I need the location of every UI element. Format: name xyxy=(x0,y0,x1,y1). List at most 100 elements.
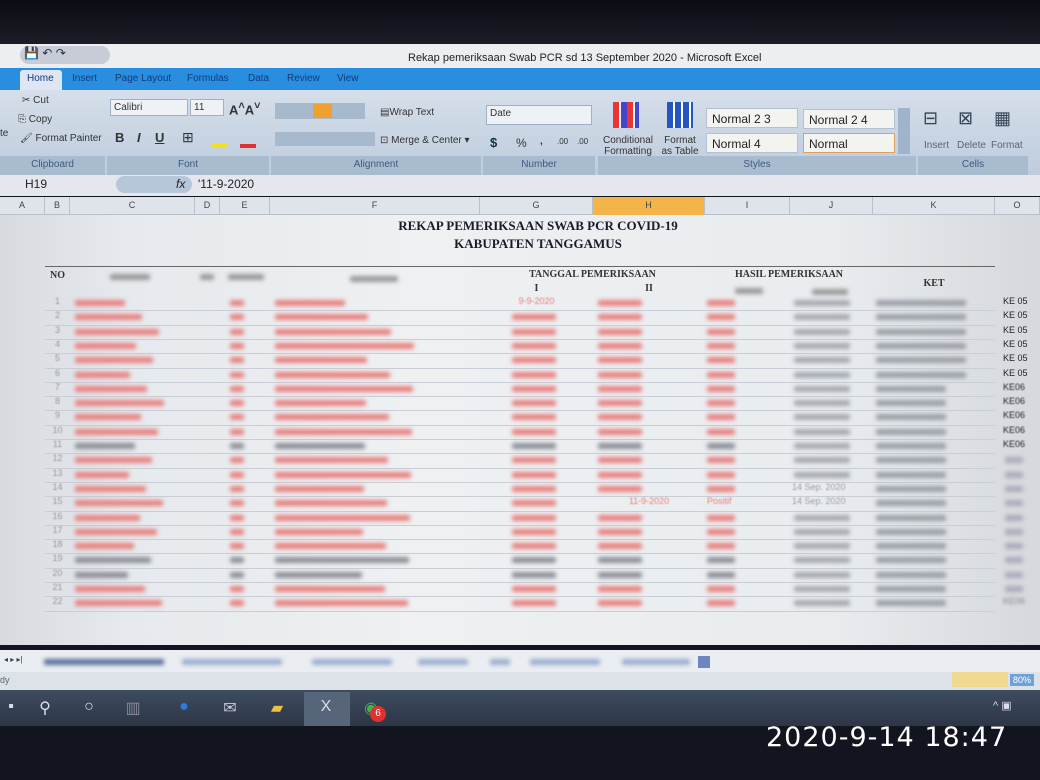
result-cell-blurred[interactable] xyxy=(707,300,735,306)
tab-home[interactable]: Home xyxy=(20,70,62,90)
quick-access-toolbar[interactable]: 💾 ↶ ↷ xyxy=(20,46,110,64)
row-number[interactable]: 10 xyxy=(45,425,70,435)
row-number[interactable]: 19 xyxy=(45,553,70,563)
date-ii-cell-blurred[interactable] xyxy=(598,471,642,478)
result-date-cell-blurred[interactable] xyxy=(794,457,850,464)
o-column-cell[interactable]: KE 05 xyxy=(1003,310,1028,320)
date-i-cell-blurred[interactable] xyxy=(512,571,556,578)
font-size-select[interactable]: 11 xyxy=(190,99,224,116)
row-number[interactable]: 2 xyxy=(45,310,70,320)
date-i-cell-blurred[interactable] xyxy=(512,557,556,564)
address-cell-blurred[interactable] xyxy=(275,414,389,421)
date-ii-cell-blurred[interactable] xyxy=(598,357,642,364)
date-i-cell-blurred[interactable] xyxy=(512,371,556,378)
address-cell-blurred[interactable] xyxy=(275,314,368,321)
date-i-cell-blurred[interactable] xyxy=(512,314,556,321)
address-cell-blurred[interactable] xyxy=(275,471,411,478)
date-ii-cell-blurred[interactable] xyxy=(598,328,642,335)
name-box[interactable]: H19 xyxy=(25,177,47,191)
ket-cell-blurred[interactable] xyxy=(876,371,966,378)
ket-cell-blurred[interactable] xyxy=(876,342,966,349)
result-date-cell-blurred[interactable] xyxy=(794,400,850,407)
font-name-select[interactable]: Calibri xyxy=(110,99,188,116)
ket-cell-blurred[interactable] xyxy=(876,557,946,564)
o-column-cell[interactable]: KE06 xyxy=(1003,425,1025,435)
name-cell-blurred[interactable] xyxy=(75,314,142,321)
address-cell-blurred[interactable] xyxy=(275,571,362,578)
result-cell-blurred[interactable] xyxy=(707,600,735,607)
o-column-cell[interactable]: KE06 xyxy=(1003,596,1025,606)
address-cell-blurred[interactable] xyxy=(275,328,391,335)
age-cell-blurred[interactable] xyxy=(230,342,244,349)
o-column-cell[interactable]: KE 05 xyxy=(1003,339,1028,349)
address-cell-blurred[interactable] xyxy=(275,300,345,306)
grow-font-icon[interactable]: A˄A˅ xyxy=(229,100,260,117)
age-cell-blurred[interactable] xyxy=(230,543,244,550)
result-cell-blurred[interactable] xyxy=(707,471,735,478)
undo-icon[interactable]: ↶ xyxy=(42,46,52,60)
ket-cell-blurred[interactable] xyxy=(876,514,946,521)
sheet-nav-arrows[interactable]: ◂ ▸ ▸| xyxy=(4,655,23,664)
result-cell-blurred[interactable] xyxy=(707,357,735,364)
address-cell-blurred[interactable] xyxy=(275,371,390,378)
result-cell-blurred[interactable] xyxy=(707,428,735,435)
column-header-B[interactable]: B xyxy=(45,197,70,215)
format-cells-button[interactable]: Format xyxy=(991,140,1023,151)
name-cell-blurred[interactable] xyxy=(75,443,135,449)
row-number[interactable]: 3 xyxy=(45,325,70,335)
date-ii-cell-blurred[interactable] xyxy=(598,443,642,449)
result-date-cell-blurred[interactable] xyxy=(794,314,850,321)
date-i-cell-blurred[interactable] xyxy=(512,500,556,507)
decrease-decimal-button[interactable]: .00 xyxy=(577,137,588,146)
result-date-cell-blurred[interactable] xyxy=(794,371,850,378)
percent-button[interactable]: % xyxy=(516,136,527,150)
result-cell-blurred[interactable] xyxy=(707,528,735,535)
italic-button[interactable]: I xyxy=(137,130,141,145)
font-color-icon[interactable] xyxy=(240,144,256,148)
date-ii-cell-blurred[interactable] xyxy=(598,300,642,306)
name-cell-blurred[interactable] xyxy=(75,471,129,478)
ket-cell-blurred[interactable] xyxy=(876,457,946,464)
fill-color-icon[interactable] xyxy=(212,144,228,148)
result-cell-blurred[interactable] xyxy=(707,571,735,578)
o-column-cell[interactable]: KE 05 xyxy=(1003,296,1028,306)
cut-button[interactable]: ✂ Cut xyxy=(22,95,49,106)
ket-cell-blurred[interactable] xyxy=(876,400,946,407)
o-column-cell[interactable]: KE 05 xyxy=(1003,353,1028,363)
age-cell-blurred[interactable] xyxy=(230,600,244,607)
o-column-cell[interactable]: KE06 xyxy=(1003,382,1025,392)
column-header-G[interactable]: G xyxy=(480,197,593,215)
address-cell-blurred[interactable] xyxy=(275,543,386,550)
result-date-cell-blurred[interactable] xyxy=(794,528,850,535)
date-ii-cell-blurred[interactable] xyxy=(598,457,642,464)
age-cell-blurred[interactable] xyxy=(230,457,244,464)
tab-insert[interactable]: Insert xyxy=(72,73,97,84)
row-number[interactable]: 20 xyxy=(45,568,70,578)
currency-button[interactable]: $ xyxy=(490,135,497,150)
ket-cell-blurred[interactable] xyxy=(876,443,946,449)
row-number[interactable]: 9 xyxy=(45,410,70,420)
column-header-A[interactable]: A xyxy=(0,197,45,215)
view-buttons[interactable] xyxy=(952,672,1008,687)
age-cell-blurred[interactable] xyxy=(230,371,244,378)
wrap-text-button[interactable]: ▤Wrap Text xyxy=(380,107,434,118)
row-number[interactable]: 14 xyxy=(45,482,70,492)
age-cell-blurred[interactable] xyxy=(230,314,244,321)
result-cell-blurred[interactable] xyxy=(707,342,735,349)
date-ii-cell-blurred[interactable] xyxy=(598,600,642,607)
ket-cell-blurred[interactable] xyxy=(876,414,946,421)
o-column-cell[interactable]: KE 05 xyxy=(1003,325,1028,335)
format-painter-button[interactable]: 🖌 Format Painter xyxy=(20,133,102,144)
result-cell-blurred[interactable] xyxy=(707,328,735,335)
date-ii-cell-blurred[interactable] xyxy=(598,543,642,550)
address-cell-blurred[interactable] xyxy=(275,514,410,521)
age-cell-blurred[interactable] xyxy=(230,300,244,306)
o-column-cell[interactable]: KE06 xyxy=(1003,396,1025,406)
name-cell-blurred[interactable] xyxy=(75,371,130,378)
result-date-cell-blurred[interactable] xyxy=(794,514,850,521)
name-cell-blurred[interactable] xyxy=(75,457,152,464)
column-header-O[interactable]: O xyxy=(995,197,1040,215)
date-i-cell-blurred[interactable] xyxy=(512,328,556,335)
row-number[interactable]: 21 xyxy=(45,582,70,592)
format-as-table-button[interactable]: Format as Table xyxy=(658,135,702,157)
